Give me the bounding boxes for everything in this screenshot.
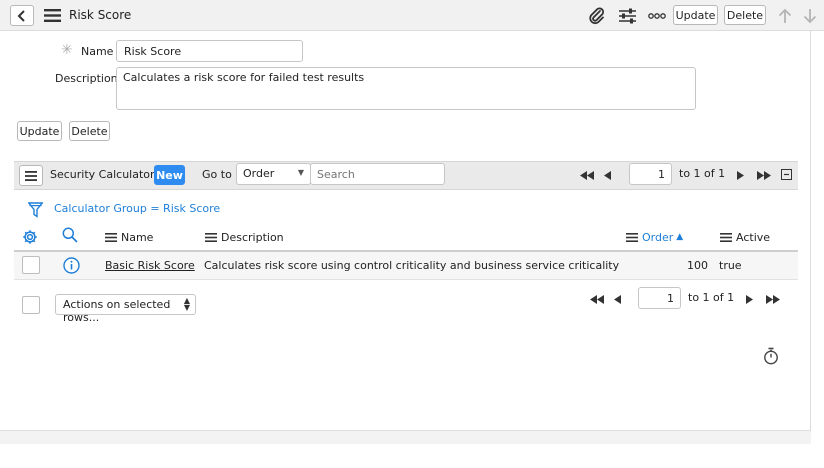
- related-list-title: Security Calculators: [50, 168, 161, 181]
- filter-button[interactable]: [26, 201, 44, 219]
- row-order: 100: [687, 259, 708, 272]
- list-context-menu-button[interactable]: [19, 165, 43, 186]
- updown-arrow-icon: ▲ ▼: [183, 296, 190, 312]
- mandatory-asterisk-icon: ✳: [61, 42, 73, 58]
- actions-select[interactable]: Actions on selected rows... ▲ ▼: [55, 294, 196, 324]
- search-icon: [62, 227, 78, 243]
- row-active: true: [719, 259, 742, 272]
- column-header-description-label: Description: [221, 230, 284, 244]
- column-header-active-label: Active: [736, 230, 771, 244]
- double-chevron-right-icon: [757, 170, 771, 180]
- personalize-list-button[interactable]: [21, 228, 39, 246]
- new-button[interactable]: New: [154, 165, 185, 185]
- column-header-description[interactable]: Description: [205, 230, 284, 244]
- page-range-text: to 1 of 1: [679, 167, 726, 180]
- form-update-button[interactable]: Update: [17, 121, 62, 141]
- double-chevron-left-icon: [580, 170, 594, 180]
- search-columns-button[interactable]: [61, 226, 79, 244]
- horizontal-scrollbar[interactable]: [0, 430, 811, 444]
- bottom-page-number-input[interactable]: [638, 287, 681, 309]
- response-time-button[interactable]: [762, 346, 780, 366]
- page-title: Risk Score: [69, 8, 132, 22]
- row-name-link[interactable]: Basic Risk Score: [105, 259, 195, 272]
- dropdown-arrow-icon: ▼: [297, 168, 304, 177]
- hamburger-icon: [25, 170, 37, 181]
- bottom-page-range-text: to 1 of 1: [688, 291, 735, 304]
- goto-field-select[interactable]: Order ▼: [236, 163, 311, 185]
- chevron-right-icon: [745, 294, 753, 304]
- filter-breadcrumb[interactable]: Calculator Group = Risk Score: [54, 202, 220, 215]
- name-label: Name: [81, 45, 114, 58]
- form-delete-button[interactable]: Delete: [69, 121, 110, 141]
- page-number-input[interactable]: [629, 163, 672, 185]
- paperclip-icon: [589, 7, 604, 25]
- next-page-button[interactable]: [734, 168, 746, 182]
- chevron-right-icon: [736, 170, 744, 180]
- row-description: Calculates risk score using control crit…: [204, 259, 620, 272]
- header-update-button[interactable]: Update: [673, 5, 718, 25]
- arrow-up-icon: [778, 8, 792, 23]
- goto-label: Go to: [202, 168, 232, 181]
- previous-record-button[interactable]: [776, 6, 794, 26]
- column-header-active[interactable]: Active: [720, 230, 770, 244]
- gear-icon: [23, 230, 37, 244]
- info-icon: [62, 256, 80, 274]
- bottom-previous-page-button[interactable]: [611, 292, 623, 306]
- column-header-order[interactable]: Order ▲: [626, 230, 683, 244]
- collapse-list-button[interactable]: [780, 168, 792, 180]
- header-delete-button[interactable]: Delete: [724, 5, 766, 25]
- row-select-checkbox[interactable]: [22, 256, 40, 274]
- bottom-first-page-button[interactable]: [588, 292, 606, 306]
- hamburger-icon: [43, 8, 61, 22]
- column-menu-icon: [626, 232, 638, 242]
- double-chevron-left-icon: [590, 294, 604, 304]
- previous-page-button[interactable]: [601, 168, 613, 182]
- funnel-icon: [27, 202, 43, 218]
- goto-field-value: Order: [243, 167, 275, 180]
- attachment-button[interactable]: [587, 6, 607, 26]
- first-page-button[interactable]: [578, 168, 596, 182]
- sort-ascending-icon: ▲: [676, 232, 684, 242]
- search-input[interactable]: [310, 163, 445, 185]
- stopwatch-icon: [764, 347, 778, 365]
- description-field[interactable]: Calculates a risk score for failed test …: [116, 67, 696, 110]
- arrow-down-icon: [803, 9, 817, 24]
- row-preview-button[interactable]: [62, 256, 80, 274]
- personalize-button[interactable]: [617, 6, 637, 26]
- column-menu-icon: [720, 232, 732, 242]
- column-header-name-label: Name: [121, 230, 154, 244]
- column-header-order-label: Order: [642, 230, 674, 244]
- description-label: Description: [55, 72, 118, 85]
- last-page-button[interactable]: [755, 168, 773, 182]
- description-text: Calculates a risk score for failed test …: [123, 71, 365, 84]
- bottom-next-page-button[interactable]: [743, 292, 755, 306]
- next-record-button[interactable]: [801, 6, 819, 26]
- more-options-button[interactable]: [646, 8, 668, 24]
- select-all-checkbox[interactable]: [22, 296, 40, 314]
- collapse-icon: [780, 168, 792, 180]
- chevron-left-icon: [613, 294, 621, 304]
- sliders-icon: [618, 8, 636, 24]
- column-header-name[interactable]: Name: [105, 230, 153, 244]
- chevron-left-icon: [603, 170, 611, 180]
- bottom-last-page-button[interactable]: [764, 292, 782, 306]
- double-chevron-right-icon: [766, 294, 780, 304]
- column-menu-icon: [105, 232, 117, 242]
- name-field[interactable]: [116, 40, 303, 62]
- actions-select-label: Actions on selected rows...: [63, 298, 171, 324]
- column-menu-icon: [205, 232, 217, 242]
- more-dots-icon: [648, 13, 666, 19]
- back-button[interactable]: [10, 5, 34, 26]
- content-right-border: [810, 31, 811, 431]
- form-menu-button[interactable]: [43, 8, 61, 22]
- chevron-left-icon: [17, 9, 25, 22]
